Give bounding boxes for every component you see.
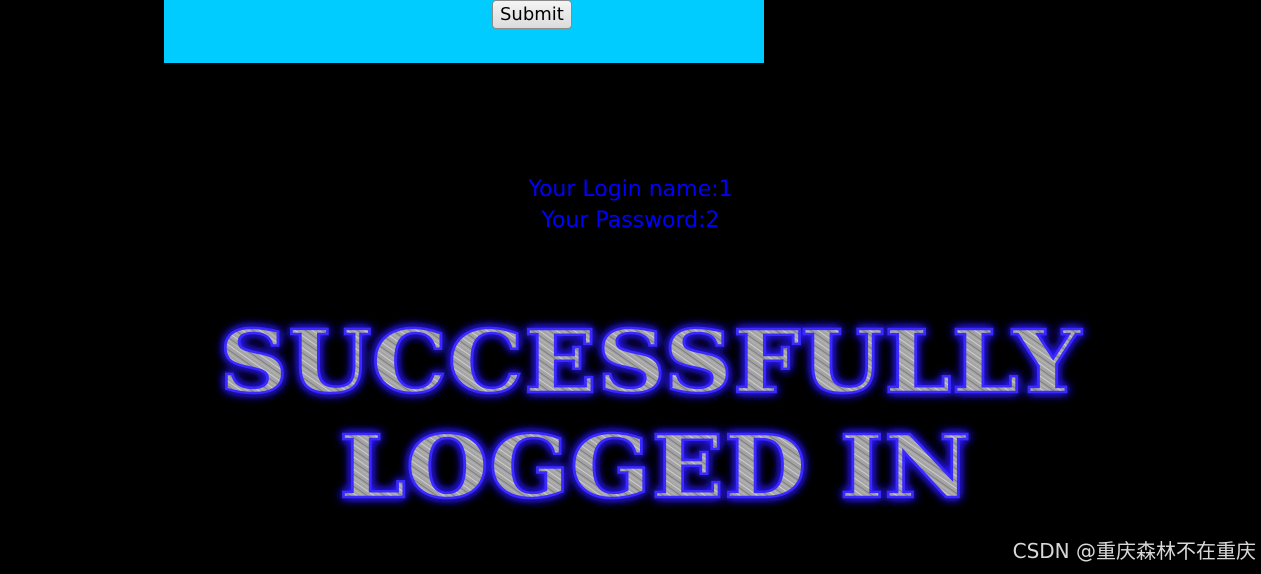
banner-line-logged-in: LOGGED IN — [339, 417, 971, 512]
csdn-watermark: CSDN @重庆森林不在重庆 — [1012, 539, 1256, 563]
login-form-panel: Submit — [164, 0, 764, 63]
success-banner-image: SUCCESSFULLY LOGGED IN — [150, 312, 1150, 512]
submit-button[interactable]: Submit — [492, 0, 572, 29]
banner-line-successfully: SUCCESSFULLY — [219, 312, 1083, 413]
login-name-text: Your Login name:1 — [528, 177, 733, 202]
password-text: Your Password:2 — [541, 208, 720, 233]
